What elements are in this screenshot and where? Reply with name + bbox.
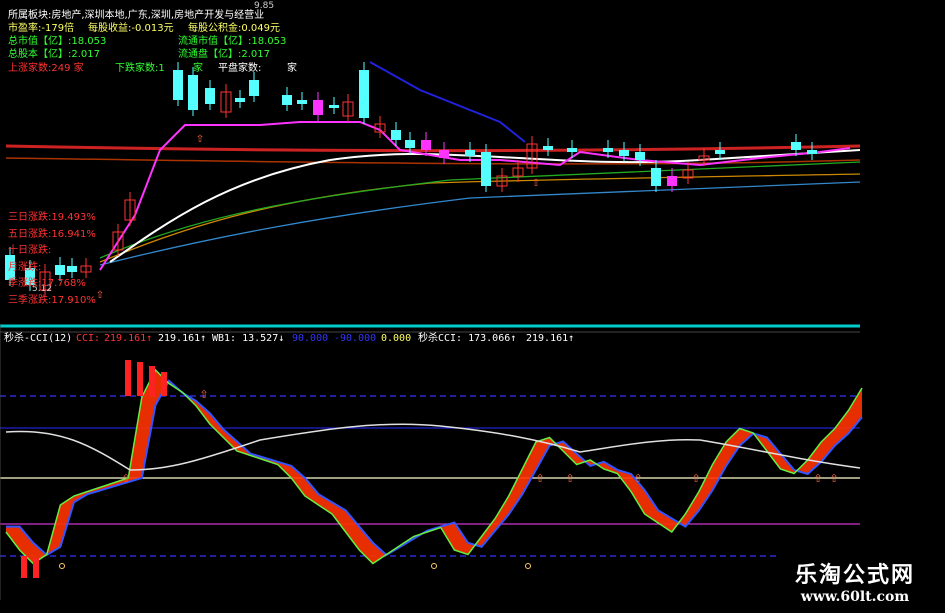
sector-text: 所属板块:房地产,深圳本地,广东,深圳,房地产开发与经营业 [8,10,265,21]
candle-body-down [188,75,198,110]
pe-text: 市盈率:-179倍 [8,23,75,34]
wb1-value: WB1: 13.527↓ [212,333,285,344]
candle-body-down [421,140,431,150]
candle-body-down [359,70,369,118]
stat-item: 月涨跌: [8,261,42,273]
sell-marker-icon [431,563,437,569]
mscci-value: 秒杀CCI: 173.066↑ [418,333,517,344]
buy-arrow-icon: ⇧ [535,472,544,485]
level-90: 90.000 [292,333,329,344]
down-count-text: 下跌家数:1 [115,63,165,74]
watermark: 乐淘公式网 www.60lt.com [778,553,925,607]
indicator-name: 秒杀-CCI(12) [4,333,73,344]
price-high-label: 9.85 [254,1,275,11]
candle-body-down [667,176,677,186]
candle-body-down [235,98,245,102]
candle-body-down [67,266,77,272]
buy-arrow-icon: ⇧ [121,472,130,485]
ma-cyan-line [99,181,861,266]
watermark-title: 乐淘公式网 [794,563,915,588]
nav-text: 每股公积金:0.049元 [188,23,280,34]
cci-value-2: 219.161↑ [158,333,207,344]
stat-item: 三日涨跌:19.493% [8,212,96,223]
chart-stage[interactable]: ⇧ ⇧ ⇧ ⇧ ⇧ ⇧ ⇧ ⇧ ⇧ ⇧ ⇧ 所属板块:房地产,深圳本地,广东,深圳,房地产开发与经营… [0,0,945,609]
sell-marker-icon [59,563,65,569]
cci-label: CCI: [76,333,101,344]
cci-signal-bar [137,362,143,396]
buy-arrow-icon: ⇧ [829,472,838,485]
eps-text: 每股收益:-0.013元 [88,23,174,34]
cci-lines [5,360,863,578]
total-mv-text: 总市值【亿】:18.053 [8,36,107,47]
level-zero: 0.000 [381,333,412,344]
candle-body-down [791,142,801,150]
flat-unit-text: 家 [287,63,297,74]
candle-body-down [313,100,323,115]
total-shares-text: 总股本【亿】:2.017 [8,49,100,60]
candle-body-down [391,130,401,140]
chart-canvas[interactable]: ⇧ ⇧ ⇧ ⇧ ⇧ ⇧ ⇧ ⇧ ⇧ ⇧ ⇧ [0,0,945,609]
candle-body-down [543,146,553,150]
candle-body-down [249,80,259,96]
float-shares-text: 流通盘【亿】:2.017 [178,49,270,60]
candle-body-down [297,100,307,104]
cci-value: 219.161↑ [104,333,153,344]
candle-body-down [619,150,629,156]
ma-magenta-line [99,121,851,271]
candle-body-down [567,148,577,152]
candle-body-down [439,150,449,158]
float-mv-text: 流通市值【亿】:18.053 [178,36,287,47]
candle-body-down [205,88,215,104]
stat-item: 三季涨跌:17.910% [8,294,96,306]
cci-signal-bar [125,360,131,396]
candle-body-down [55,265,65,275]
buy-arrow-icon: ⇧ [633,472,642,485]
level-minus-90: -90.000 [334,333,377,344]
main-arrow-icon: ⇧ [96,290,104,301]
watermark-url: www.60lt.com [800,589,910,605]
cci-signal-bar [33,558,39,578]
up-count-text: 上涨家数:249 家 [8,63,84,74]
stat-item: 十日涨跌: [8,245,52,256]
stat-item: 季涨跌:17.768% [8,278,86,289]
candles [5,62,817,296]
sell-marker-icon [525,563,531,569]
down-unit-text: 家 [193,63,203,74]
flat-count-text: 平盘家数: [218,63,262,74]
candle-body-down [329,105,339,108]
cci-value-5: 219.161↑ [526,333,575,344]
main-arrow-icon: ⇧ [196,134,204,145]
candle-body-down [635,152,645,160]
candle-body-down [465,150,475,156]
candle-body-down [173,70,183,100]
candle-body-down [405,140,415,148]
main-arrow-icon: ⇧ [532,178,540,189]
cci-fill-band [6,370,862,564]
main-chart-lines [0,61,861,328]
candle-body-down [603,148,613,152]
ma-red-line [5,144,861,153]
candle-body-down [715,150,725,154]
cci-signal-bar [149,366,155,396]
buy-arrow-icon: ⇧ [565,472,574,485]
candle-body-down [481,152,491,186]
buy-arrow-icon: ⇧ [691,472,700,485]
buy-arrow-icon: ⇧ [813,472,822,485]
stat-item: 五日涨跌:16.941% [8,228,96,240]
cci-signal-bar [21,556,27,578]
candle-body-down [807,150,817,154]
candle-body-down [282,95,292,105]
candle-body-down [651,168,661,186]
cci-signal-bar [161,372,167,396]
signal-arrows: ⇧ ⇧ ⇧ ⇧ ⇧ ⇧ ⇧ ⇧ ⇧ ⇧ ⇧ [59,134,839,569]
buy-arrow-icon: ⇧ [199,388,208,401]
